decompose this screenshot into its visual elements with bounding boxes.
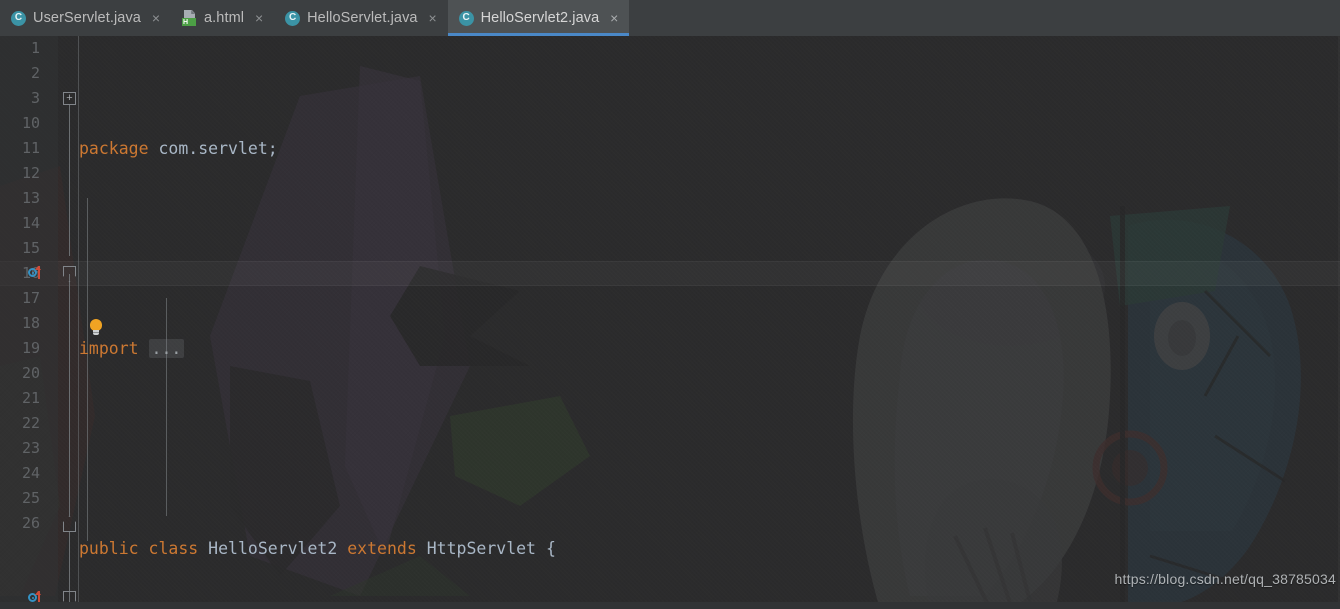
code-editor[interactable]: 1 2 3 10 11 12 13 14 15 16 17 18 19 20 2… (0, 36, 1340, 609)
fold-guide-line (69, 274, 70, 516)
gutter-markers: + (0, 36, 102, 609)
code-line-1: package com.servlet; (79, 136, 1212, 161)
token-class-name: HelloServlet2 (208, 539, 338, 558)
tab-label: a.html (203, 10, 245, 26)
tab-helloservlet-java[interactable]: C HelloServlet.java × (274, 0, 448, 36)
token-keyword: extends (347, 539, 417, 558)
override-method-icon[interactable] (28, 266, 42, 280)
java-class-icon: C (285, 10, 301, 26)
token-keyword: public (79, 539, 139, 558)
java-class-icon: C (11, 10, 26, 26)
token-package-name: com.servlet; (148, 139, 278, 158)
java-class-icon: C (458, 10, 474, 26)
html-file-icon: H (181, 10, 197, 26)
close-icon[interactable]: × (150, 11, 162, 25)
close-icon[interactable]: × (608, 11, 620, 25)
token-keyword: import (79, 339, 139, 358)
code-line-11: public class HelloServlet2 extends HttpS… (79, 536, 1212, 561)
fold-expand-plus-icon[interactable]: + (63, 92, 76, 105)
token-keyword: class (148, 539, 199, 558)
tab-label: HelloServlet2.java (480, 10, 600, 26)
tab-userservlet-java[interactable]: C UserServlet.java × (0, 0, 171, 36)
html-badge-letter: H (181, 18, 196, 26)
code-content[interactable]: package com.servlet; import ... public c… (79, 36, 1212, 609)
ide-window: C UserServlet.java × H a.html × C HelloS… (0, 0, 1340, 609)
tab-helloservlet2-java[interactable]: C HelloServlet2.java × (447, 0, 630, 36)
token-brace: { (545, 539, 556, 558)
token-super-class: HttpServlet (426, 539, 536, 558)
code-line-3: import ... (79, 336, 1212, 361)
token-keyword: package (79, 139, 149, 158)
fold-guide-line (69, 104, 70, 256)
watermark-text: https://blog.csdn.net/qq_38785034 (1114, 571, 1336, 587)
editor-tab-bar: C UserServlet.java × H a.html × C HelloS… (0, 0, 1340, 37)
bottom-status-strip (0, 602, 1340, 609)
folded-imports-placeholder[interactable]: ... (148, 339, 185, 358)
close-icon[interactable]: × (427, 11, 439, 25)
tab-label: HelloServlet.java (307, 10, 418, 26)
close-icon[interactable]: × (253, 11, 265, 25)
fold-collapse-close-icon[interactable] (63, 516, 76, 532)
tab-a-html[interactable]: H a.html × (171, 0, 274, 36)
tab-label: UserServlet.java (33, 10, 141, 26)
